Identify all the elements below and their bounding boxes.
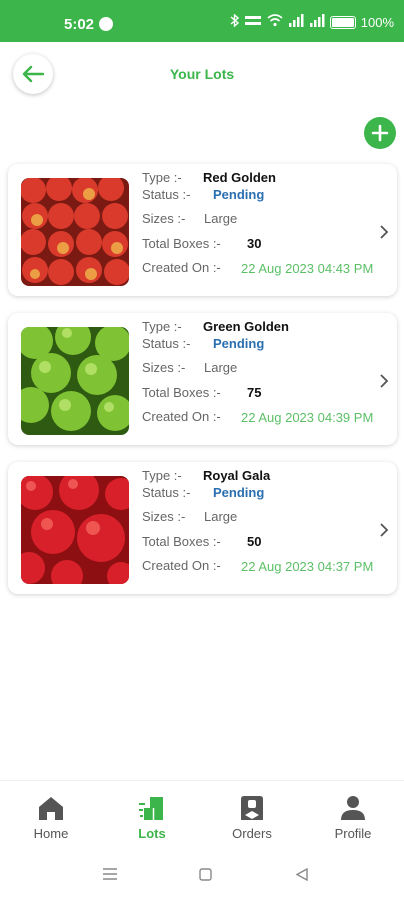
type-value: Red Golden xyxy=(203,170,276,185)
type-label: Type :- xyxy=(142,170,182,185)
bottom-nav: Home Lots Orders Profile xyxy=(0,780,404,849)
sizes-label: Sizes :- xyxy=(142,211,186,226)
lot-card[interactable]: Type :- Red Golden Status :- Pending Siz… xyxy=(8,164,397,296)
status-badge: Pending xyxy=(213,485,265,500)
orders-icon xyxy=(241,796,263,820)
chevron-right-icon xyxy=(380,374,389,388)
created-on-value: 22 Aug 2023 04:43 PM xyxy=(241,261,374,276)
boxes-icon xyxy=(139,797,163,820)
battery-icon xyxy=(329,15,356,29)
type-value: Royal Gala xyxy=(203,468,271,483)
nav-orders-label: Orders xyxy=(232,826,272,841)
sizes-label: Sizes :- xyxy=(142,509,186,524)
add-lot-button[interactable] xyxy=(364,117,396,149)
nav-profile-label: Profile xyxy=(334,826,372,841)
signal-icon xyxy=(288,14,304,30)
lot-image-royal-gala xyxy=(21,476,129,584)
total-boxes-label: Total Boxes :- xyxy=(142,385,221,400)
person-icon xyxy=(341,796,365,820)
menu-icon[interactable] xyxy=(103,868,117,880)
status-badge: Pending xyxy=(213,187,265,202)
data-rate-icon xyxy=(244,14,262,30)
status-bar: 5:02 100% xyxy=(0,0,404,42)
nav-home[interactable]: Home xyxy=(11,795,91,841)
notification-dot-icon xyxy=(99,17,113,31)
wifi-icon xyxy=(267,14,283,30)
chevron-right-icon xyxy=(380,523,389,537)
status-time: 5:02 xyxy=(64,16,95,33)
created-on-label: Created On :- xyxy=(142,260,221,275)
bluetooth-icon xyxy=(230,13,239,30)
battery-level: 100% xyxy=(360,14,394,30)
plus-icon xyxy=(371,124,389,142)
total-boxes-value: 50 xyxy=(247,534,262,549)
sizes-label: Sizes :- xyxy=(142,360,186,375)
total-boxes-label: Total Boxes :- xyxy=(142,236,221,251)
signal-icon xyxy=(309,14,325,30)
back-triangle-icon[interactable] xyxy=(296,868,308,881)
total-boxes-value: 30 xyxy=(247,236,262,251)
created-on-value: 22 Aug 2023 04:37 PM xyxy=(241,559,374,574)
created-on-label: Created On :- xyxy=(142,409,221,424)
status-label: Status :- xyxy=(142,336,191,351)
created-on-label: Created On :- xyxy=(142,558,221,573)
home-square-icon[interactable] xyxy=(199,868,212,881)
nav-lots[interactable]: Lots xyxy=(112,795,192,841)
nav-home-label: Home xyxy=(33,826,69,841)
page-title: Your Lots xyxy=(169,66,235,82)
type-label: Type :- xyxy=(142,468,182,483)
sizes-value: Large xyxy=(204,211,238,226)
status-label: Status :- xyxy=(142,485,191,500)
home-icon xyxy=(39,797,63,820)
lot-image-red-golden xyxy=(21,178,129,286)
sizes-value: Large xyxy=(204,509,238,524)
lot-image-green-golden xyxy=(21,327,129,435)
total-boxes-value: 75 xyxy=(247,385,262,400)
nav-orders[interactable]: Orders xyxy=(212,795,292,841)
sizes-value: Large xyxy=(204,360,238,375)
chevron-right-icon xyxy=(380,225,389,239)
status-badge: Pending xyxy=(213,336,265,351)
type-label: Type :- xyxy=(142,319,182,334)
system-nav-bar xyxy=(0,848,404,900)
nav-profile[interactable]: Profile xyxy=(313,795,393,841)
lot-card[interactable]: Type :- Royal Gala Status :- Pending Siz… xyxy=(8,462,397,594)
lot-card[interactable]: Type :- Green Golden Status :- Pending S… xyxy=(8,313,397,445)
total-boxes-label: Total Boxes :- xyxy=(142,534,221,549)
nav-lots-label: Lots xyxy=(138,826,166,841)
type-value: Green Golden xyxy=(203,319,289,334)
created-on-value: 22 Aug 2023 04:39 PM xyxy=(241,410,374,425)
status-label: Status :- xyxy=(142,187,191,202)
